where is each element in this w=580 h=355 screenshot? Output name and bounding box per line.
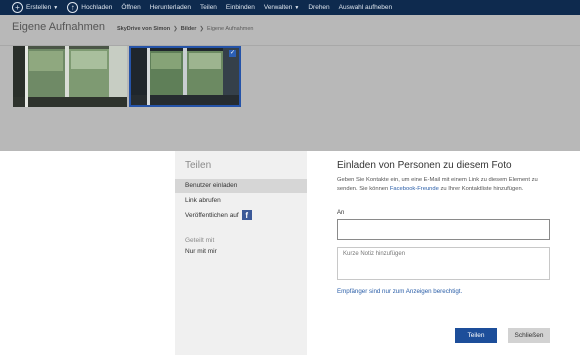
- facebook-icon: f: [241, 210, 252, 221]
- title-row: Eigene Aufnahmen SkyDrive von Simon ❯ Bild…: [12, 21, 253, 33]
- chevron-down-icon: ▼: [294, 4, 300, 11]
- upload-button[interactable]: ↑ Hochladen: [67, 2, 112, 13]
- upload-icon: ↑: [67, 2, 79, 13]
- share-sidebar: Teilen Benutzer einladen Link abrufen Ve…: [175, 151, 307, 355]
- top-toolbar: + Erstellen ▼ ↑ Hochladen Öffnen Herunte…: [0, 0, 580, 15]
- download-label: Herunterladen: [149, 4, 191, 11]
- breadcrumb-item-pictures[interactable]: Bilder: [181, 26, 197, 32]
- page-title: Eigene Aufnahmen: [12, 21, 105, 33]
- breadcrumb-separator-icon: ❯: [199, 26, 204, 32]
- embed-button[interactable]: Einbinden: [226, 4, 255, 11]
- embed-label: Einbinden: [225, 4, 255, 11]
- checkbox-checked-icon[interactable]: ✓: [229, 50, 236, 57]
- open-label: Öffnen: [121, 4, 141, 11]
- close-button[interactable]: Schließen: [508, 328, 550, 343]
- rotate-button[interactable]: Drehen: [308, 4, 329, 11]
- shared-with-label: Geteilt mit: [185, 237, 215, 244]
- sidebar-item-post-to[interactable]: Veröffentlichen auf f: [175, 209, 307, 223]
- manage-label: Verwalten: [263, 4, 293, 11]
- photo-thumbnail-1[interactable]: [13, 46, 127, 107]
- download-button[interactable]: Herunterladen: [150, 4, 191, 11]
- sidebar-item-get-link[interactable]: Link abrufen: [175, 194, 307, 208]
- invite-title: Einladen von Personen zu diesem Foto: [337, 160, 512, 171]
- sidebar-item-label: Veröffentlichen auf: [185, 212, 239, 219]
- clear-selection-button[interactable]: Auswahl aufheben: [339, 4, 393, 11]
- clear-selection-label: Auswahl aufheben: [338, 4, 393, 11]
- breadcrumb-item-current: Eigene Aufnahmen: [206, 26, 254, 32]
- invite-panel: Einladen von Personen zu diesem Foto Geb…: [337, 151, 557, 355]
- chevron-down-icon: ▼: [53, 4, 59, 11]
- window-photo-image: [13, 46, 127, 107]
- upload-label: Hochladen: [81, 4, 113, 11]
- note-placeholder: Kurze Notiz hinzufügen: [343, 251, 406, 257]
- manage-button[interactable]: Verwalten ▼: [264, 4, 300, 11]
- rotate-label: Drehen: [308, 4, 330, 11]
- invite-description: Geben Sie Kontakte ein, um eine E-Mail m…: [337, 176, 553, 194]
- page-background: Eigene Aufnahmen SkyDrive von Simon ❯ Bild…: [0, 15, 580, 151]
- share-toolbar-label: Teilen: [199, 4, 217, 11]
- sidebar-item-label: Link abrufen: [185, 197, 221, 204]
- breadcrumb-item-skydrive[interactable]: SkyDrive von Simon: [117, 26, 170, 32]
- share-button[interactable]: Teilen: [455, 328, 497, 343]
- create-button[interactable]: + Erstellen ▼: [12, 2, 58, 13]
- note-field[interactable]: Kurze Notiz hinzufügen: [337, 247, 550, 280]
- photo-thumbnail-2[interactable]: ✓: [129, 46, 241, 107]
- open-button[interactable]: Öffnen: [121, 4, 140, 11]
- to-field[interactable]: [337, 219, 550, 240]
- sidebar-item-label: Benutzer einladen: [185, 182, 238, 189]
- plus-icon: +: [12, 2, 23, 13]
- to-label: An: [337, 210, 345, 216]
- description-text: zu Ihrer Kontaktliste hinzufügen.: [440, 186, 524, 192]
- breadcrumb-separator-icon: ❯: [173, 26, 178, 32]
- share-toolbar-button[interactable]: Teilen: [200, 4, 217, 11]
- window-photo-image: [131, 48, 239, 105]
- share-dialog: Teilen Benutzer einladen Link abrufen Ve…: [0, 151, 580, 355]
- sidebar-item-invite-people[interactable]: Benutzer einladen: [175, 179, 307, 193]
- facebook-friends-link[interactable]: Facebook-Freunde: [390, 186, 439, 192]
- create-label: Erstellen: [26, 4, 52, 11]
- shared-with-value: Nur mit mir: [185, 248, 217, 255]
- share-sidebar-title: Teilen: [185, 160, 212, 171]
- breadcrumb: SkyDrive von Simon ❯ Bilder ❯ Eigene Aufnahm…: [117, 26, 253, 32]
- permission-link[interactable]: Empfänger sind nur zum Anzeigen berechti…: [337, 288, 462, 295]
